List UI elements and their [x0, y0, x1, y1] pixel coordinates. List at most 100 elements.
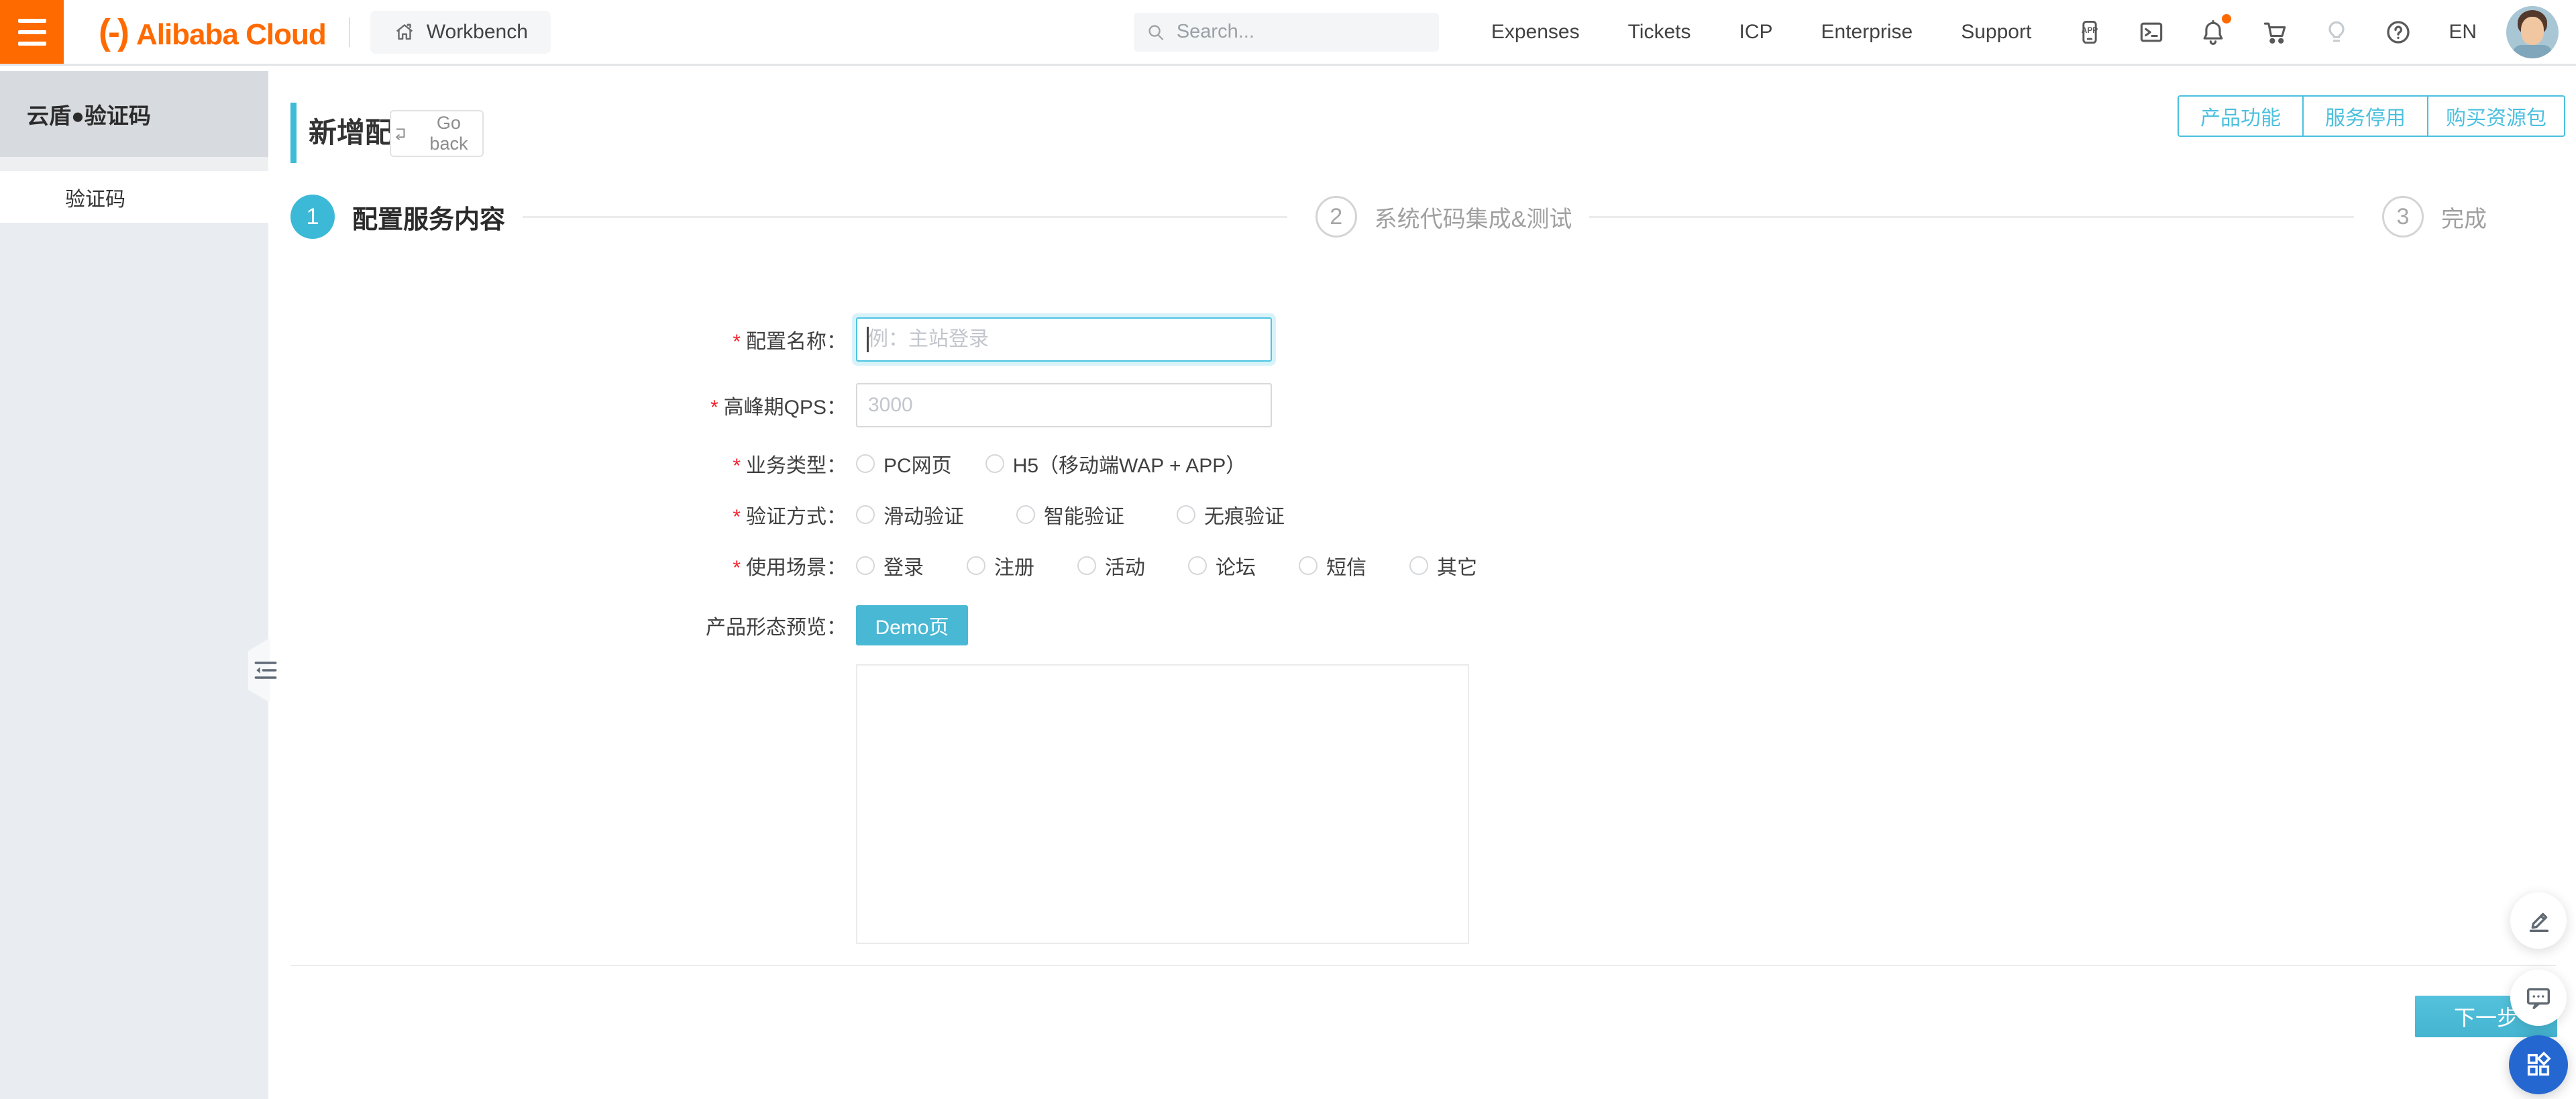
radio-scene-other[interactable]: 其它	[1409, 551, 1477, 580]
header-divider	[348, 17, 350, 47]
radio-invisible-verify[interactable]: 无痕验证	[1177, 500, 1285, 529]
header-icon-group: APP	[2074, 13, 2414, 48]
sidebar-product-title: 云盾●验证码	[0, 71, 268, 157]
alibaba-logo-text: Alibaba Cloud	[136, 17, 327, 51]
required-asterisk: *	[733, 331, 741, 353]
radio-circle-icon	[967, 556, 985, 575]
go-back-label: Go back	[429, 113, 468, 154]
radio-scene-forum[interactable]: 论坛	[1188, 551, 1256, 580]
radio-smart-verify[interactable]: 智能验证	[1016, 500, 1124, 529]
workbench-label: Workbench	[426, 20, 528, 43]
radio-circle-icon	[1299, 556, 1318, 575]
chat-support-fab[interactable]	[2510, 970, 2567, 1026]
step-1-circle: 1	[290, 195, 335, 239]
nav-support[interactable]: Support	[1961, 21, 2031, 44]
notification-badge	[2222, 13, 2232, 23]
search-icon	[1148, 25, 1163, 40]
step-3-circle: 3	[2382, 196, 2424, 238]
title-accent-bar	[290, 103, 297, 163]
shopping-cart-icon[interactable]	[2259, 17, 2290, 48]
radio-pc-web[interactable]: PC网页	[856, 449, 952, 478]
radio-scene-register[interactable]: 注册	[967, 551, 1034, 580]
radio-circle-icon	[1409, 556, 1428, 575]
nav-icp[interactable]: ICP	[1739, 21, 1772, 44]
radio-circle-icon	[1177, 505, 1195, 524]
collapse-menu-icon[interactable]	[251, 654, 280, 686]
nav-expenses[interactable]: Expenses	[1491, 21, 1580, 44]
product-preview-label: 产品形态预览：	[706, 617, 847, 639]
main-content: 新增配置 Go back 产品功能 服务停用 购买资源包 1 配置服务内容 2 …	[268, 66, 2576, 1099]
peak-qps-input[interactable]	[856, 383, 1272, 427]
chat-bubble-icon	[2526, 988, 2551, 1010]
console-terminal-icon[interactable]	[2136, 17, 2167, 48]
nav-enterprise[interactable]: Enterprise	[1821, 21, 1913, 44]
step-2-label: 系统代码集成&测试	[1374, 206, 1572, 232]
radio-h5[interactable]: H5（移动端WAP + APP）	[985, 449, 1246, 478]
workbench-button[interactable]: Workbench	[370, 10, 551, 54]
radio-scene-login[interactable]: 登录	[856, 551, 924, 580]
form-row-product-preview: 产品形态预览： Demo页	[268, 605, 1878, 645]
apps-grid-icon	[2527, 1051, 2551, 1076]
alibaba-logo-mark-icon: (-)	[99, 11, 129, 52]
sidebar-item-captcha[interactable]: 验证码	[0, 171, 268, 223]
radio-circle-icon	[1077, 556, 1096, 575]
radio-circle-icon	[856, 505, 875, 524]
config-name-label: * 配置名称：	[733, 331, 847, 353]
sidebar-background	[0, 223, 268, 1099]
top-header: (-) Alibaba Cloud Workbench Expenses Tic…	[0, 0, 2576, 66]
radio-circle-icon	[1188, 556, 1207, 575]
lightbulb-icon[interactable]	[2321, 17, 2352, 48]
verify-method-label: * 验证方式：	[733, 506, 847, 528]
language-switch[interactable]: EN	[2449, 21, 2477, 44]
footer-divider	[290, 965, 2556, 966]
required-asterisk: *	[733, 455, 741, 477]
radio-slide-verify[interactable]: 滑动验证	[856, 500, 964, 529]
step-connector	[523, 215, 1287, 218]
user-avatar[interactable]	[2506, 5, 2559, 58]
go-back-button[interactable]: Go back	[390, 110, 484, 157]
notification-bell-icon[interactable]	[2198, 13, 2232, 48]
demo-preview-area	[856, 664, 1469, 944]
demo-page-button[interactable]: Demo页	[856, 605, 968, 645]
disable-service-button[interactable]: 服务停用	[2302, 95, 2428, 137]
page-action-group: 产品功能 服务停用 购买资源包	[2178, 95, 2565, 137]
required-asterisk: *	[733, 506, 741, 528]
hamburger-menu-icon[interactable]	[0, 0, 64, 64]
form-row-usage-scene: * 使用场景： 登录 注册 活动 论坛 短信 其它	[268, 547, 1878, 584]
alibaba-cloud-logo[interactable]: (-) Alibaba Cloud	[99, 11, 327, 53]
radio-circle-icon	[1016, 505, 1035, 524]
search-input[interactable]	[1176, 21, 1405, 43]
product-features-button[interactable]: 产品功能	[2178, 95, 2304, 137]
radio-scene-activity[interactable]: 活动	[1077, 551, 1145, 580]
sidebar: 云盾●验证码 验证码	[0, 66, 268, 1099]
home-icon	[396, 23, 413, 40]
form-row-config-name: * 配置名称：	[268, 317, 1878, 362]
usage-scene-label: * 使用场景：	[733, 557, 847, 579]
help-icon[interactable]	[2383, 17, 2414, 48]
radio-circle-icon	[985, 454, 1004, 473]
radio-scene-sms[interactable]: 短信	[1299, 551, 1366, 580]
peak-qps-label: * 高峰期QPS：	[710, 397, 847, 419]
form-row-peak-qps: * 高峰期QPS：	[268, 383, 1878, 427]
business-type-label: * 业务类型：	[733, 455, 847, 477]
form-row-verify-method: * 验证方式： 滑动验证 智能验证 无痕验证	[268, 496, 1878, 533]
mobile-app-icon[interactable]: APP	[2074, 17, 2105, 48]
avatar-body	[2512, 44, 2553, 58]
config-name-input[interactable]	[856, 317, 1272, 362]
quick-apps-fab[interactable]	[2509, 1035, 2568, 1094]
nav-tickets[interactable]: Tickets	[1628, 21, 1691, 44]
radio-circle-icon	[856, 454, 875, 473]
form-row-business-type: * 业务类型： PC网页 H5（移动端WAP + APP）	[268, 445, 1878, 482]
required-asterisk: *	[733, 557, 741, 579]
text-caret	[867, 327, 869, 352]
step-connector	[1589, 215, 2355, 218]
buy-resource-pack-button[interactable]: 购买资源包	[2427, 95, 2565, 137]
avatar-face	[2521, 16, 2544, 45]
step-wizard: 1 配置服务内容 2 系统代码集成&测试 3 完成	[290, 193, 2504, 240]
header-nav: Expenses Tickets ICP Enterprise Support	[1491, 21, 2031, 44]
feedback-edit-fab[interactable]	[2510, 892, 2567, 949]
go-back-icon	[396, 128, 405, 140]
radio-circle-icon	[856, 556, 875, 575]
sidebar-top-gap	[0, 66, 268, 71]
step-2-circle: 2	[1315, 196, 1357, 238]
